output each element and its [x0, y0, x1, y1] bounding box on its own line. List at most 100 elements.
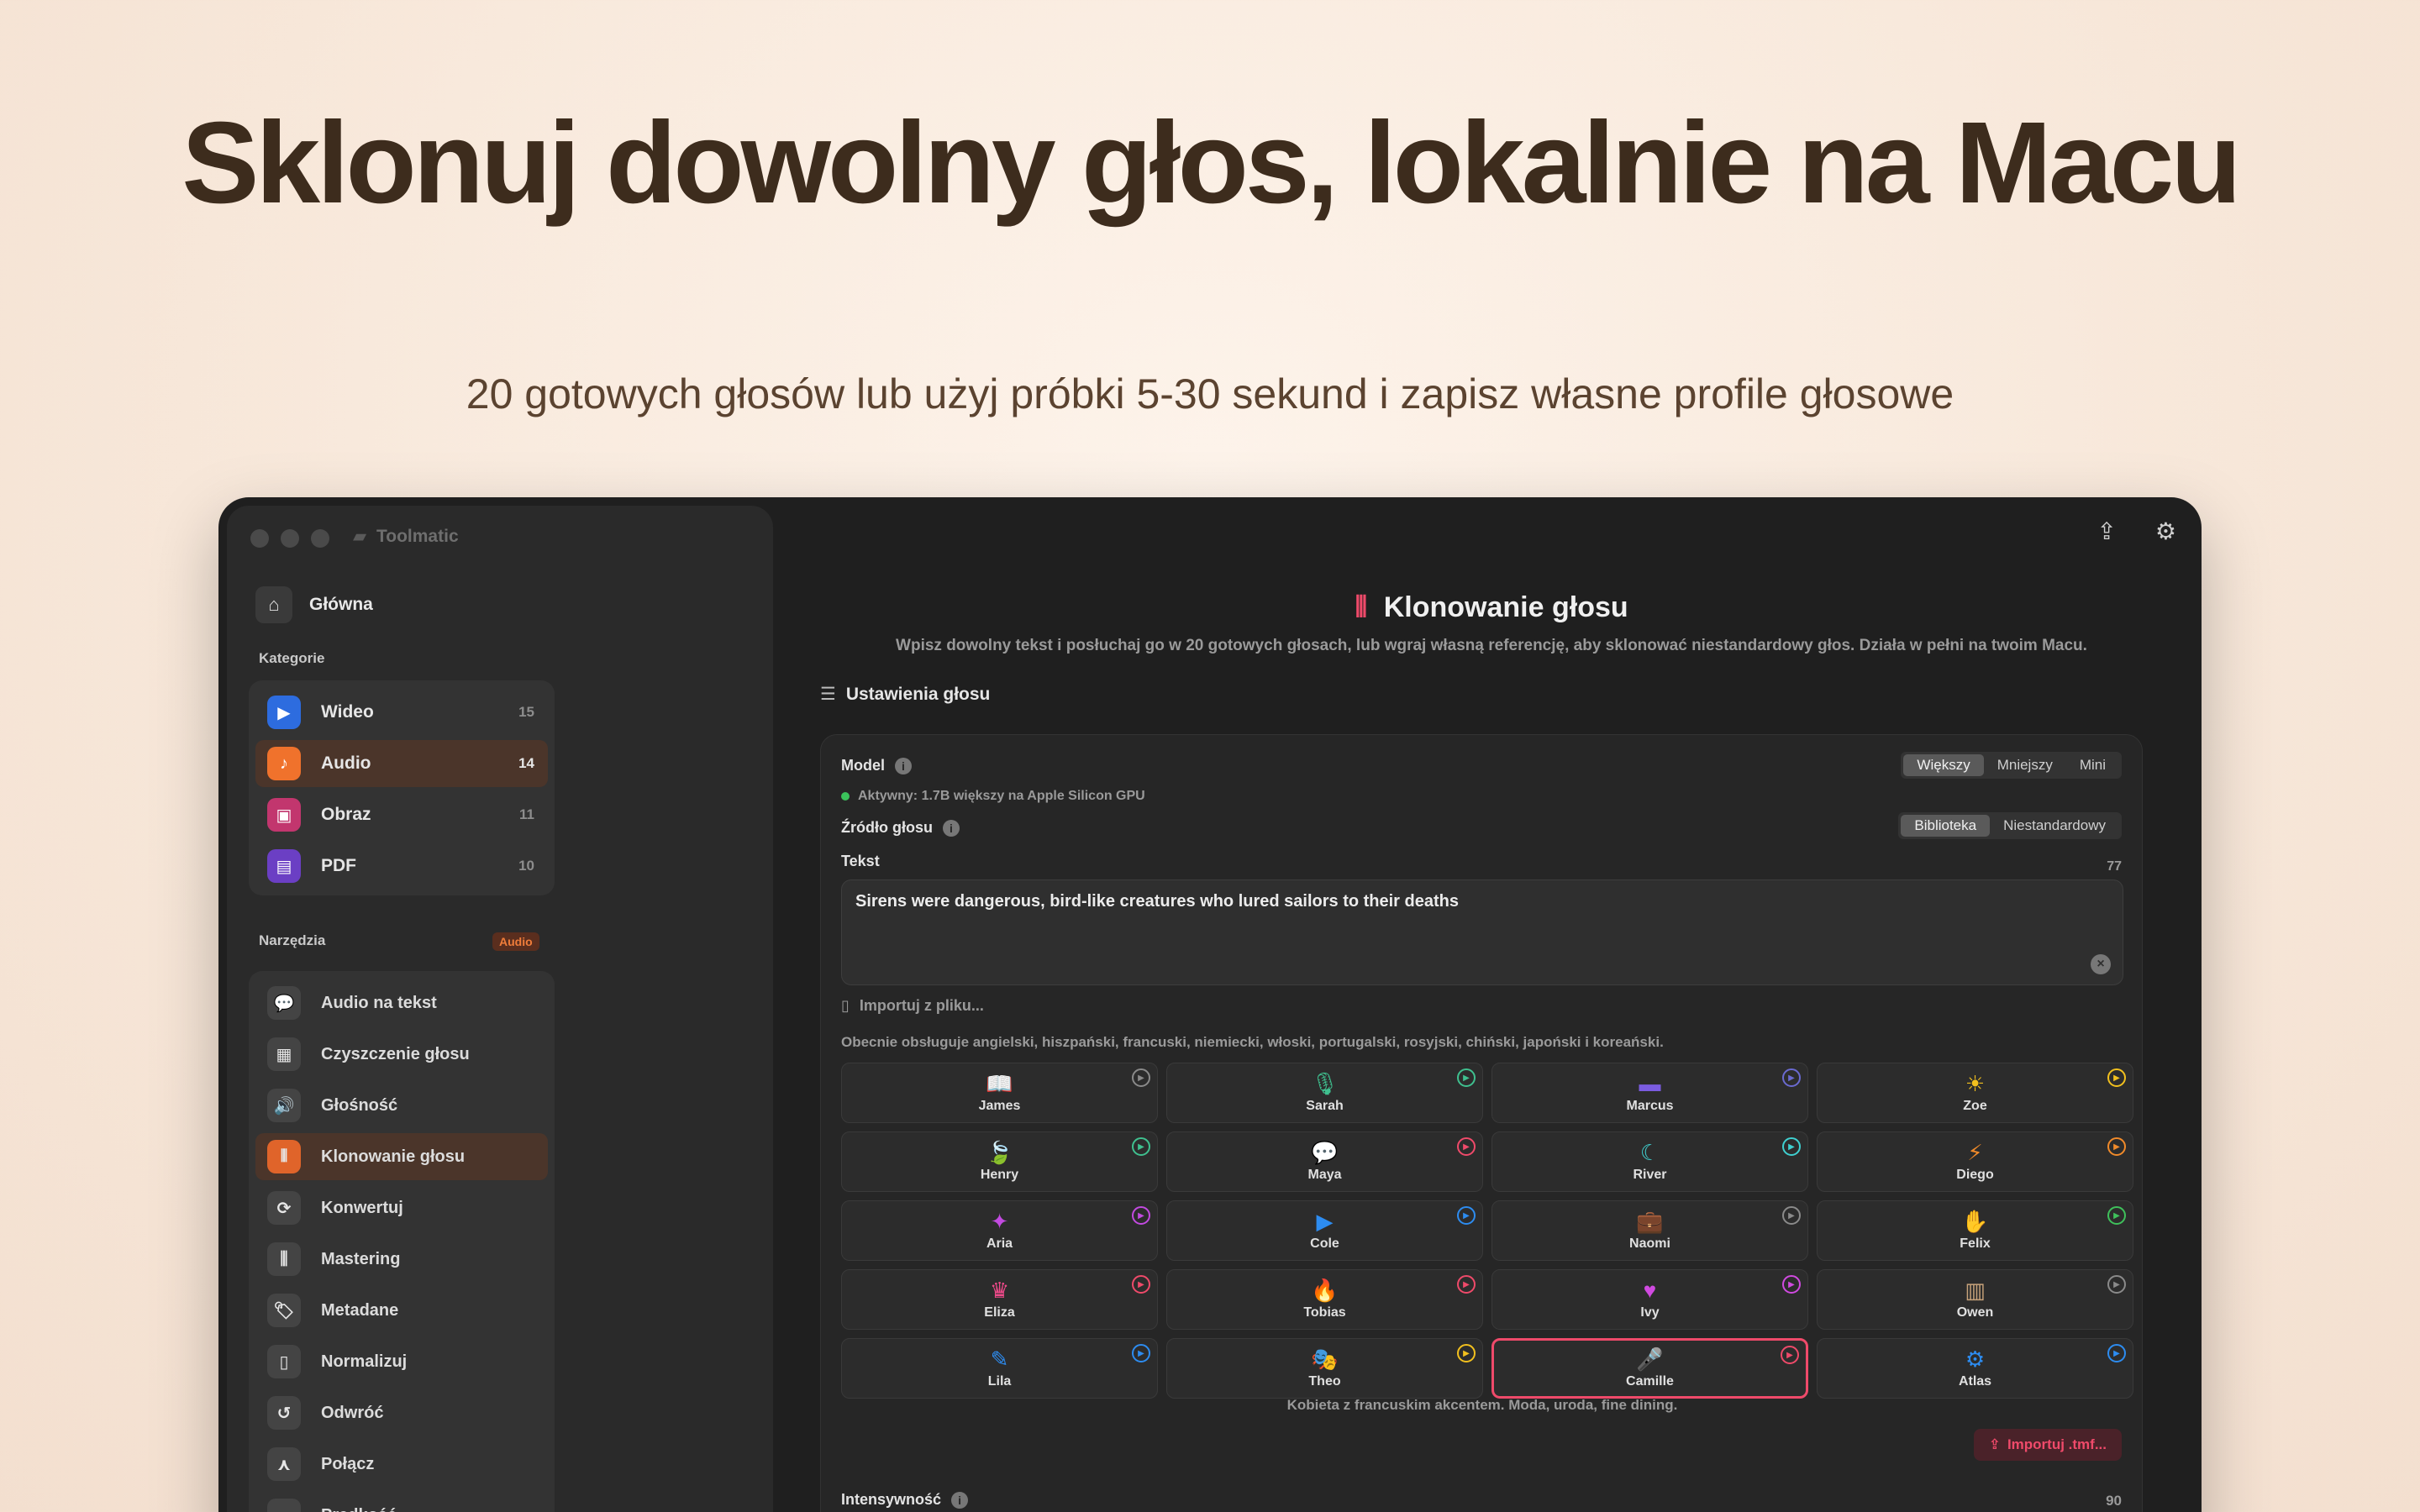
play-icon[interactable]: ▶ [2107, 1275, 2126, 1294]
voice-card-eliza[interactable]: ▶ ♛ Eliza [841, 1269, 1158, 1330]
share-icon[interactable]: ⇪ [2096, 517, 2116, 545]
voice-library-grid: ▶ 📖 James ▶ 🎙 Sarah ▶ ▬ Marcus ▶ ☀ Zoe ▶ 🍃 Henry ▶ 💬 Maya… [841, 1063, 2133, 1399]
voice-card-james[interactable]: ▶ 📖 James [841, 1063, 1158, 1123]
play-icon[interactable]: ▶ [1457, 1275, 1476, 1294]
minimize-window-button[interactable] [281, 529, 299, 548]
status-dot-icon [841, 792, 850, 801]
voice-card-sarah[interactable]: ▶ 🎙 Sarah [1166, 1063, 1483, 1123]
voice-card-maya[interactable]: ▶ 💬 Maya [1166, 1131, 1483, 1192]
hero-title: Sklonuj dowolny głos, lokalnie na Macu [182, 98, 2241, 228]
model-status: Aktywny: 1.7B większy na Apple Silicon G… [841, 789, 1145, 804]
close-window-button[interactable] [250, 529, 269, 548]
import-from-file-label: Importuj z pliku... [859, 997, 984, 1014]
voice-card-camille[interactable]: ▶ 🎤 Camille [1491, 1338, 1808, 1399]
voice-card-diego[interactable]: ▶ ⚡ Diego [1817, 1131, 2133, 1192]
play-icon[interactable]: ▶ [1457, 1137, 1476, 1156]
text-input-value: Sirens were dangerous, bird-like creatur… [855, 892, 1459, 911]
text-input[interactable]: Sirens were dangerous, bird-like creatur… [841, 879, 2123, 985]
import-from-file-button[interactable]: ▯ Importuj z pliku... [841, 997, 984, 1015]
voice-name: Zoe [1963, 1099, 1987, 1113]
gear-icon[interactable]: ⚙ [2155, 517, 2176, 545]
voice-card-ivy[interactable]: ▶ ♥ Ivy [1491, 1269, 1808, 1330]
voice-zoe-icon: ☀ [1965, 1071, 1986, 1096]
sidebar-item-obraz[interactable]: ▣ Obraz 11 [255, 791, 548, 838]
category-obraz-icon: ▣ [267, 798, 301, 832]
voice-card-river[interactable]: ▶ ☾ River [1491, 1131, 1808, 1192]
selected-voice-description: Kobieta z francuskim akcentem. Moda, uro… [1286, 1397, 1678, 1413]
play-icon[interactable]: ▶ [1782, 1275, 1801, 1294]
sidebar-item-pdf[interactable]: ▤ PDF 10 [255, 843, 548, 890]
sidebar-item-mastering[interactable]: ⫼ Mastering [255, 1236, 548, 1283]
play-icon[interactable]: ▶ [1457, 1344, 1476, 1362]
sidebar-item-klonowanie-glosu[interactable]: ⦀ Klonowanie głosu [255, 1133, 548, 1180]
info-icon[interactable]: i [942, 819, 960, 837]
play-icon[interactable]: ▶ [1457, 1068, 1476, 1087]
play-icon[interactable]: ▶ [1132, 1206, 1150, 1225]
voice-card-henry[interactable]: ▶ 🍃 Henry [841, 1131, 1158, 1192]
voice-name: Lila [987, 1374, 1012, 1389]
voice-settings-panel: Model i Większy Mniejszy Mini Aktywny: 1.7… [820, 734, 2143, 1512]
info-icon[interactable]: i [951, 1491, 969, 1509]
sidebar-item-odwroc[interactable]: ↺ Odwróć [255, 1389, 548, 1436]
play-icon[interactable]: ▶ [1782, 1206, 1801, 1225]
voice-card-felix[interactable]: ▶ ✋ Felix [1817, 1200, 2133, 1261]
sidebar-item-czyszczenie-glosu[interactable]: ▦ Czyszczenie głosu [255, 1031, 548, 1078]
play-icon[interactable]: ▶ [1132, 1068, 1150, 1087]
play-icon[interactable]: ▶ [2107, 1344, 2126, 1362]
sidebar-item-polacz[interactable]: ⋏ Połącz [255, 1441, 548, 1488]
voice-card-zoe[interactable]: ▶ ☀ Zoe [1817, 1063, 2133, 1123]
sidebar-item-metadane[interactable]: 🏷 Metadane [255, 1287, 548, 1334]
voice-card-aria[interactable]: ▶ ✦ Aria [841, 1200, 1158, 1261]
sidebar-item-konwertuj[interactable]: ⟳ Konwertuj [255, 1184, 548, 1231]
voice-aria-icon: ✦ [990, 1209, 1009, 1234]
voice-card-naomi[interactable]: ▶ 💼 Naomi [1491, 1200, 1808, 1261]
play-icon[interactable]: ▶ [2107, 1206, 2126, 1225]
info-icon[interactable]: i [895, 757, 912, 774]
voice-owen-icon: ▥ [1965, 1278, 1986, 1303]
voice-card-lila[interactable]: ▶ ✎ Lila [841, 1338, 1158, 1399]
play-icon[interactable]: ▶ [1781, 1346, 1799, 1364]
zoom-window-button[interactable] [311, 529, 329, 548]
play-icon[interactable]: ▶ [1457, 1206, 1476, 1225]
sliders-icon: ☰ [820, 685, 836, 704]
tool-label: Metadane [321, 1300, 399, 1320]
play-icon[interactable]: ▶ [1782, 1068, 1801, 1087]
clear-text-button[interactable]: × [2091, 954, 2111, 974]
voice-card-cole[interactable]: ▶ ▶ Cole [1166, 1200, 1483, 1261]
voice-card-theo[interactable]: ▶ 🎭 Theo [1166, 1338, 1483, 1399]
play-icon[interactable]: ▶ [1132, 1137, 1150, 1156]
voice-source-option-niestandardowy[interactable]: Niestandardowy [1990, 815, 2119, 837]
sidebar-item-audio[interactable]: ♪ Audio 14 [255, 740, 548, 787]
sidebar-item-home[interactable]: ⌂ Główna [255, 586, 373, 623]
main-content: ⇪ ⚙ ⦀ Klonowanie głosu Wpisz dowolny tek… [807, 497, 2202, 1512]
intensity-value: 90 [2106, 1493, 2122, 1509]
model-option-mini[interactable]: Mini [2066, 754, 2119, 776]
voice-name: Aria [986, 1236, 1013, 1251]
model-status-text: Aktywny: 1.7B większy na Apple Silicon G… [858, 789, 1145, 803]
voice-lila-icon: ✎ [990, 1347, 1009, 1372]
categories-heading: Kategorie [259, 650, 325, 666]
play-icon[interactable]: ▶ [1132, 1344, 1150, 1362]
page-title: ⦀ Klonowanie głosu [807, 591, 2176, 624]
voice-source-option-biblioteka[interactable]: Biblioteka [1901, 815, 1991, 837]
play-icon[interactable]: ▶ [2107, 1068, 2126, 1087]
voice-card-atlas[interactable]: ▶ ⚙ Atlas [1817, 1338, 2133, 1399]
sidebar-item-predkosc[interactable]: ◔ Prędkość [255, 1492, 548, 1512]
voice-diego-icon: ⚡ [1967, 1140, 1983, 1165]
model-option-mniejszy[interactable]: Mniejszy [1984, 754, 2066, 776]
sidebar-item-audio-na-tekst[interactable]: 💬 Audio na tekst [255, 979, 548, 1026]
category-count: 14 [518, 755, 534, 771]
voice-card-owen[interactable]: ▶ ▥ Owen [1817, 1269, 2133, 1330]
play-icon[interactable]: ▶ [1132, 1275, 1150, 1294]
import-tmf-button[interactable]: ⇪ Importuj .tmf... [1973, 1429, 2122, 1461]
voice-card-tobias[interactable]: ▶ 🔥 Tobias [1166, 1269, 1483, 1330]
sidebar-item-glosnosc[interactable]: 🔊 Głośność [255, 1082, 548, 1129]
model-option-wiekszy[interactable]: Większy [1903, 754, 1984, 776]
sidebar-item-wideo[interactable]: ▶ Wideo 15 [255, 689, 548, 736]
model-label: Model i [841, 757, 912, 774]
voice-card-marcus[interactable]: ▶ ▬ Marcus [1491, 1063, 1808, 1123]
sidebar-item-normalizuj[interactable]: ▯ Normalizuj [255, 1338, 548, 1385]
play-icon[interactable]: ▶ [1782, 1137, 1801, 1156]
voice-maya-icon: 💬 [1311, 1140, 1339, 1165]
play-icon[interactable]: ▶ [2107, 1137, 2126, 1156]
